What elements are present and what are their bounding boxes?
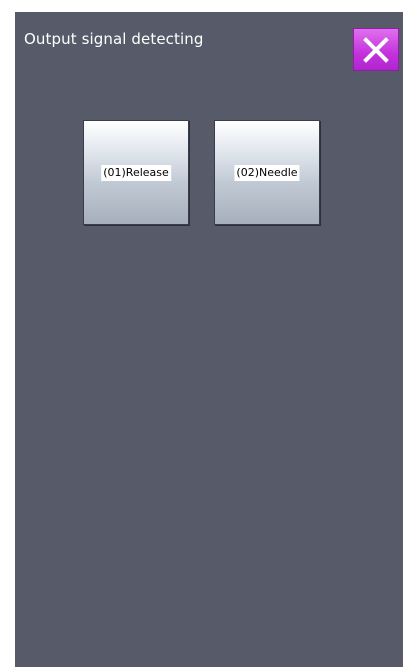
page-title: Output signal detecting bbox=[24, 30, 204, 48]
output-signal-screen: Output signal detecting (01)Release (02)… bbox=[15, 12, 403, 667]
release-signal-button[interactable]: (01)Release bbox=[83, 120, 189, 225]
close-x-icon bbox=[363, 36, 389, 63]
needle-signal-button[interactable]: (02)Needle bbox=[214, 120, 320, 225]
close-button[interactable] bbox=[353, 28, 399, 71]
needle-signal-label: (02)Needle bbox=[234, 164, 300, 181]
release-signal-label: (01)Release bbox=[101, 164, 171, 181]
